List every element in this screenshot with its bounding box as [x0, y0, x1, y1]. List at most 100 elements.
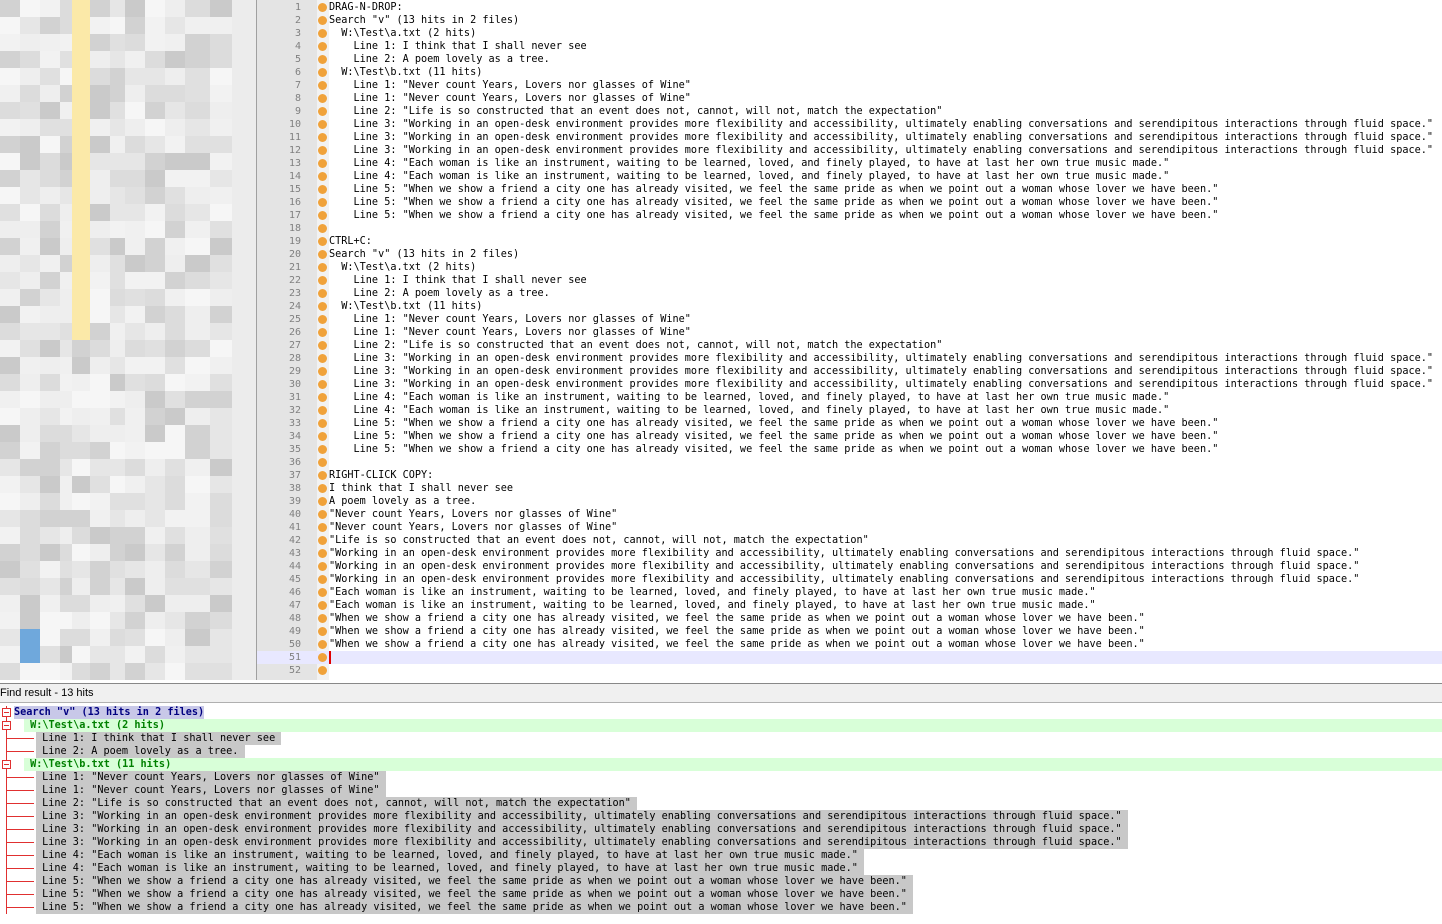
editor-line[interactable]: 29 Line 3: "Working in an open-desk envi…	[257, 365, 1442, 378]
hit-row[interactable]: Line 1: "Never count Years, Lovers nor g…	[0, 771, 1442, 784]
blur-block	[20, 136, 40, 153]
editor-line[interactable]: 50 "When we show a friend a city one has …	[257, 638, 1442, 651]
blur-block	[110, 323, 125, 340]
editor-line[interactable]: 46 "Each woman is like an instrument, wai…	[257, 586, 1442, 599]
line-text: Line 3: "Working in an open-desk environ…	[329, 132, 1434, 143]
hit-row[interactable]: Line 3: "Working in an open-desk environ…	[0, 823, 1442, 836]
blur-block	[20, 629, 40, 646]
hit-row[interactable]: Line 4: "Each woman is like an instrumen…	[0, 849, 1442, 862]
editor-line[interactable]: 41 "Never count Years, Lovers nor glasses…	[257, 521, 1442, 534]
hit-row[interactable]: Line 3: "Working in an open-desk environ…	[0, 836, 1442, 849]
hit-row[interactable]: Line 3: "Working in an open-desk environ…	[0, 810, 1442, 823]
editor-line[interactable]: 38 I think that I shall never see	[257, 482, 1442, 495]
editor-line[interactable]: 14 Line 4: "Each woman is like an instru…	[257, 170, 1442, 183]
editor-line[interactable]: 51	[257, 651, 1442, 664]
blur-block	[110, 51, 125, 68]
collapse-toggle-icon[interactable]	[2, 721, 11, 730]
blur-block	[165, 612, 185, 629]
editor-line[interactable]: 44 "Working in an open-desk environment p…	[257, 560, 1442, 573]
editor-line[interactable]: 10 Line 3: "Working in an open-desk envi…	[257, 118, 1442, 131]
editor-line[interactable]: 13 Line 4: "Each woman is like an instru…	[257, 157, 1442, 170]
editor-line[interactable]: 37 RIGHT-CLICK COPY:	[257, 469, 1442, 482]
hit-row[interactable]: Line 5: "When we show a friend a city on…	[0, 875, 1442, 888]
editor-line[interactable]: 35 Line 5: "When we show a friend a city…	[257, 443, 1442, 456]
editor-line[interactable]: 39 A poem lovely as a tree.	[257, 495, 1442, 508]
blur-block	[210, 459, 232, 476]
editor-line[interactable]: 26 Line 1: "Never count Years, Lovers no…	[257, 326, 1442, 339]
editor-line[interactable]: 6 W:\Test\b.txt (11 hits)	[257, 66, 1442, 79]
editor-line[interactable]: 24 W:\Test\b.txt (11 hits)	[257, 300, 1442, 313]
blur-block	[165, 34, 185, 51]
search-row[interactable]: Search "v" (13 hits in 2 files)	[0, 706, 1442, 719]
blur-block	[125, 425, 145, 442]
line-number: 25	[288, 314, 301, 325]
line-text: DRAG-N-DROP:	[329, 2, 403, 13]
editor-line[interactable]: 48 "When we show a friend a city one has …	[257, 612, 1442, 625]
editor-line[interactable]: 12 Line 3: "Working in an open-desk envi…	[257, 144, 1442, 157]
blur-block	[90, 51, 110, 68]
editor-line[interactable]: 28 Line 3: "Working in an open-desk envi…	[257, 352, 1442, 365]
editor-line[interactable]: 30 Line 3: "Working in an open-desk envi…	[257, 378, 1442, 391]
hit-row[interactable]: Line 1: "Never count Years, Lovers nor g…	[0, 784, 1442, 797]
editor-line[interactable]: 25 Line 1: "Never count Years, Lovers no…	[257, 313, 1442, 326]
blur-block	[185, 102, 210, 119]
find-result-panel[interactable]: Find result - 13 hits Search "v" (13 hit…	[0, 683, 1442, 924]
hit-row[interactable]: Line 5: "When we show a friend a city on…	[0, 901, 1442, 914]
hit-row[interactable]: Line 5: "When we show a friend a city on…	[0, 888, 1442, 901]
editor-line[interactable]: 23 Line 2: A poem lovely as a tree.	[257, 287, 1442, 300]
line-text: Line 2: "Life is so constructed that an …	[329, 340, 943, 351]
editor-line[interactable]: 18	[257, 222, 1442, 235]
blur-block	[125, 391, 145, 408]
file-row[interactable]: W:\Test\b.txt (11 hits)	[0, 758, 1442, 771]
hit-row[interactable]: Line 4: "Each woman is like an instrumen…	[0, 862, 1442, 875]
editor-line[interactable]: 5 Line 2: A poem lovely as a tree.	[257, 53, 1442, 66]
editor-line[interactable]: 42 "Life is so constructed that an event …	[257, 534, 1442, 547]
editor-line[interactable]: 16 Line 5: "When we show a friend a city…	[257, 196, 1442, 209]
blur-block	[90, 0, 110, 17]
hit-row[interactable]: Line 2: A poem lovely as a tree.	[0, 745, 1442, 758]
hit-row-text: Line 2: A poem lovely as a tree.	[36, 745, 245, 758]
blur-block	[210, 323, 232, 340]
editor-line[interactable]: 21 W:\Test\a.txt (2 hits)	[257, 261, 1442, 274]
tree-branch	[6, 816, 34, 817]
blur-block	[90, 238, 110, 255]
editor-line[interactable]: 33 Line 5: "When we show a friend a city…	[257, 417, 1442, 430]
blur-block	[145, 374, 165, 391]
blur-block	[165, 272, 185, 289]
editor-line[interactable]: 11 Line 3: "Working in an open-desk envi…	[257, 131, 1442, 144]
editor-line[interactable]: 36	[257, 456, 1442, 469]
text-editor[interactable]: 1 DRAG-N-DROP: 2 Search "v" (13 hits in 2 f…	[256, 0, 1442, 680]
editor-line[interactable]: 31 Line 4: "Each woman is like an instru…	[257, 391, 1442, 404]
hit-row[interactable]: Line 2: "Life is so constructed that an …	[0, 797, 1442, 810]
editor-line[interactable]: 49 "When we show a friend a city one has …	[257, 625, 1442, 638]
editor-line[interactable]: 52	[257, 664, 1442, 677]
editor-line[interactable]: 27 Line 2: "Life is so constructed that …	[257, 339, 1442, 352]
line-text: Line 5: "When we show a friend a city on…	[329, 444, 1219, 455]
collapse-toggle-icon[interactable]	[2, 708, 11, 717]
editor-line[interactable]: 17 Line 5: "When we show a friend a city…	[257, 209, 1442, 222]
editor-line[interactable]: 34 Line 5: "When we show a friend a city…	[257, 430, 1442, 443]
editor-line[interactable]: 22 Line 1: I think that I shall never se…	[257, 274, 1442, 287]
hit-row[interactable]: Line 1: I think that I shall never see	[0, 732, 1442, 745]
blur-block	[20, 357, 40, 374]
collapse-toggle-icon[interactable]	[2, 760, 11, 769]
editor-line[interactable]: 1 DRAG-N-DROP:	[257, 1, 1442, 14]
editor-line[interactable]: 8 Line 1: "Never count Years, Lovers nor…	[257, 92, 1442, 105]
editor-line[interactable]: 40 "Never count Years, Lovers nor glasses…	[257, 508, 1442, 521]
editor-line[interactable]: 15 Line 5: "When we show a friend a city…	[257, 183, 1442, 196]
editor-line[interactable]: 47 "Each woman is like an instrument, wai…	[257, 599, 1442, 612]
editor-line[interactable]: 19 CTRL+C:	[257, 235, 1442, 248]
editor-line[interactable]: 32 Line 4: "Each woman is like an instru…	[257, 404, 1442, 417]
blur-block	[185, 357, 210, 374]
editor-line[interactable]: 45 "Working in an open-desk environment p…	[257, 573, 1442, 586]
editor-line[interactable]: 43 "Working in an open-desk environment p…	[257, 547, 1442, 560]
editor-line[interactable]: 20 Search "v" (13 hits in 2 files)	[257, 248, 1442, 261]
line-number: 19	[288, 236, 301, 247]
editor-line[interactable]: 7 Line 1: "Never count Years, Lovers nor…	[257, 79, 1442, 92]
editor-line[interactable]: 4 Line 1: I think that I shall never see	[257, 40, 1442, 53]
blur-block	[0, 493, 20, 510]
editor-line[interactable]: 2 Search "v" (13 hits in 2 files)	[257, 14, 1442, 27]
editor-line[interactable]: 9 Line 2: "Life is so constructed that a…	[257, 105, 1442, 118]
file-row[interactable]: W:\Test\a.txt (2 hits)	[0, 719, 1442, 732]
editor-line[interactable]: 3 W:\Test\a.txt (2 hits)	[257, 27, 1442, 40]
